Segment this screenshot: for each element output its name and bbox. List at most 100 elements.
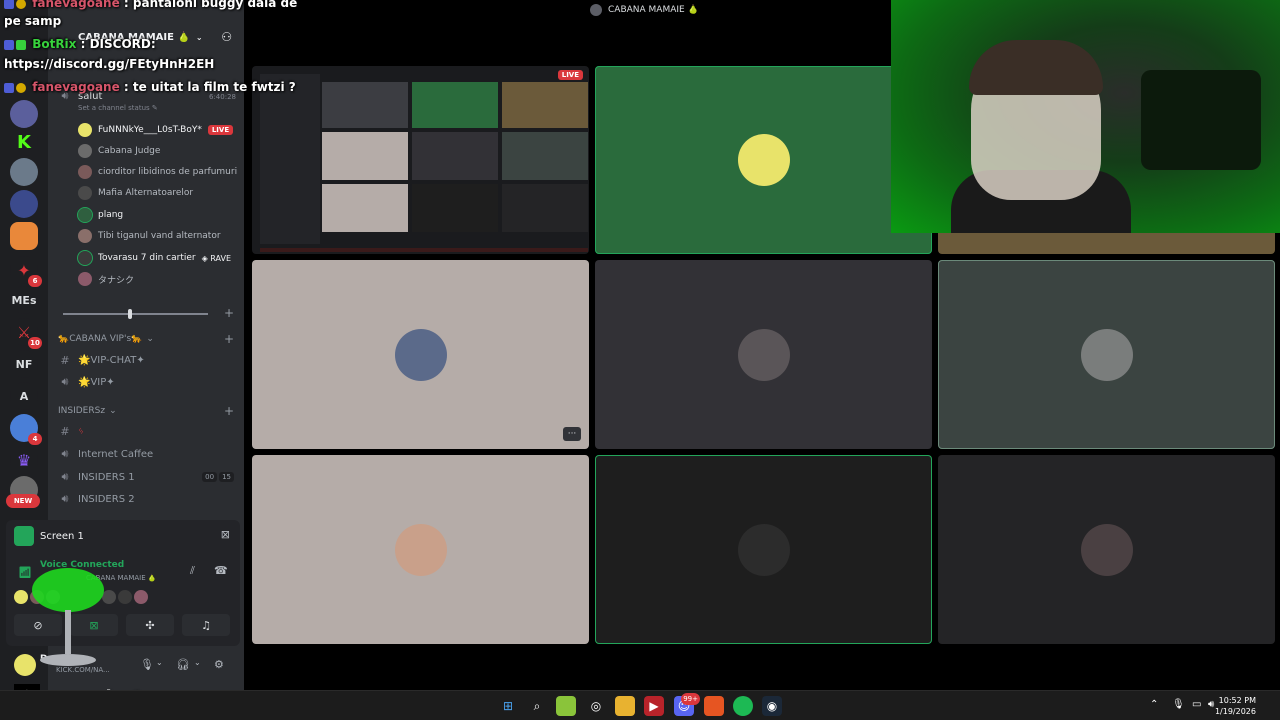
server-icon-character[interactable] xyxy=(10,222,38,250)
participant-tile[interactable] xyxy=(938,260,1275,449)
participant-avatar xyxy=(394,523,447,576)
chat-username: fanevagoane xyxy=(32,0,120,10)
microphone-icon[interactable]: 🎙︎ xyxy=(140,658,154,671)
clock-time: 10:52 PM xyxy=(1218,696,1256,705)
chat-message: fanevagoane : te uitat la film te fwtzi … xyxy=(4,80,296,94)
activities-button[interactable]: ✣ xyxy=(126,614,174,636)
display-icon[interactable]: ▭ xyxy=(1192,699,1201,710)
volume-slider-handle[interactable] xyxy=(128,309,132,319)
volume-icon[interactable]: 🔊︎ xyxy=(1208,699,1214,710)
add-channel-icon[interactable]: + xyxy=(224,332,234,346)
add-channel-icon[interactable]: + xyxy=(224,306,234,320)
participant-avatar xyxy=(394,328,447,381)
add-channel-icon[interactable]: + xyxy=(224,404,234,418)
voice-channel-insiders-1[interactable]: 🔊︎ INSIDERS 1 00 15 xyxy=(58,467,234,487)
server-icon-a[interactable]: A xyxy=(10,382,38,410)
discord-app-icon[interactable]: ☺ 99+ xyxy=(674,693,700,716)
chevron-down-icon[interactable]: ⌄ xyxy=(156,658,163,667)
voice-user[interactable]: Tovarasu 7 din cartier ◈ RAVE xyxy=(77,248,232,268)
avatar xyxy=(134,590,148,604)
pencil-icon: ✎ xyxy=(151,104,158,112)
voice-user-name: Tovarasu 7 din cartier xyxy=(98,253,196,263)
avatar xyxy=(78,144,92,158)
stream-preview-tile xyxy=(322,184,408,232)
volume-slider-track[interactable] xyxy=(63,313,208,315)
channel-name: 🌟VIP✦ xyxy=(78,376,115,388)
stream-tile[interactable]: LIVE xyxy=(252,66,589,254)
more-options-button[interactable]: ··· xyxy=(563,427,581,441)
category-vip[interactable]: 🐆CABANA VIP's🐆 ⌄ xyxy=(58,334,154,344)
participant-tile[interactable] xyxy=(595,66,932,254)
participant-tile[interactable] xyxy=(595,455,932,644)
text-channel-vip-chat[interactable]: # 🌟VIP-CHAT✦ xyxy=(58,350,234,370)
chevron-down-icon: ⌄ xyxy=(146,334,154,344)
chrome-app-icon[interactable]: ◎ xyxy=(586,696,606,716)
server-icon-drop[interactable] xyxy=(10,190,38,218)
avatar xyxy=(78,186,92,200)
voice-user[interactable]: Mafia Alternatoarelor xyxy=(78,183,193,203)
voice-user[interactable]: タナシク xyxy=(78,269,134,289)
server-icon-blue[interactable]: 4 xyxy=(10,414,42,445)
notification-badge: 99+ xyxy=(681,693,700,705)
voice-user[interactable]: Tibi tiganul vand alternator xyxy=(78,226,221,246)
server-icon-avatar[interactable] xyxy=(10,100,38,128)
noise-suppression-icon[interactable]: ⫽ xyxy=(190,564,195,578)
voice-user[interactable]: plang xyxy=(77,205,123,225)
new-badge: NEW xyxy=(6,494,40,508)
stop-stream-icon[interactable]: ⊠ xyxy=(221,528,230,541)
voice-user[interactable]: Cabana Judge xyxy=(78,141,160,161)
system-clock[interactable]: 10:52 PM 1/19/2026 xyxy=(1215,695,1256,717)
category-insiders[interactable]: INSIDERSz ⌄ xyxy=(58,406,117,416)
category-name: INSIDERSz xyxy=(58,406,106,416)
participant-tile[interactable] xyxy=(252,455,589,644)
voice-user-name: タナシク xyxy=(98,275,135,286)
user-count-limit: 15 xyxy=(219,472,234,482)
kick-server-icon[interactable]: K xyxy=(10,128,38,156)
avatar xyxy=(77,250,93,266)
clock-date: 1/19/2026 xyxy=(1214,707,1256,716)
hashtag-icon: # xyxy=(60,353,70,367)
server-icon-gun[interactable]: ⚔ 10 xyxy=(10,318,42,349)
notepad-app-icon[interactable] xyxy=(556,696,576,716)
voice-user-name: Cabana Judge xyxy=(98,146,161,156)
voice-user-name: ciorditor libidinos de parfumuri xyxy=(98,167,238,177)
start-menu-icon[interactable]: ⊞ xyxy=(498,696,518,716)
headphones-icon[interactable]: 🎧︎ xyxy=(176,658,190,671)
voice-user[interactable]: ciorditor libidinos de parfumuri xyxy=(78,162,237,182)
stream-preview-tile xyxy=(412,184,498,232)
disconnect-icon[interactable]: ☎ xyxy=(214,564,228,577)
voice-channel-vip[interactable]: 🔊︎ 🌟VIP✦ xyxy=(58,372,234,392)
stream-preview-taskbar xyxy=(260,248,588,252)
file-explorer-icon[interactable] xyxy=(615,696,635,716)
channel-status-prompt[interactable]: Set a channel status ✎ xyxy=(78,104,158,112)
tray-mic-icon[interactable]: 🎙︎ xyxy=(1172,699,1185,710)
brave-browser-icon[interactable] xyxy=(704,696,724,716)
server-icon-mes[interactable]: MEs xyxy=(10,286,38,314)
rave-tag-label: RAVE xyxy=(210,253,232,263)
participant-tile[interactable] xyxy=(595,260,932,449)
text-channel-insiders[interactable]: # ᛃ xyxy=(58,421,234,441)
participant-tile[interactable] xyxy=(938,455,1275,644)
chevron-down-icon[interactable]: ⌄ xyxy=(194,658,201,667)
media-player-icon[interactable]: ▶ xyxy=(644,696,664,716)
settings-gear-icon[interactable]: ⚙ xyxy=(214,658,224,671)
voice-user[interactable]: FuNNNkYe___L0sT-BoY* LIVE xyxy=(78,120,234,140)
voice-channel-internet-caffee[interactable]: 🔊︎ Internet Caffee xyxy=(58,444,234,464)
spotify-app-icon[interactable] xyxy=(733,696,753,716)
channel-name: INSIDERS 1 xyxy=(78,471,135,483)
streamer-webcam xyxy=(891,0,1280,233)
stream-preview-tile xyxy=(502,82,588,128)
chat-message: fanevagoane : pantaloni buggy dala de xyxy=(4,0,297,10)
server-icon-star[interactable]: ✦ 6 xyxy=(10,256,42,287)
live-badge: LIVE xyxy=(207,125,234,135)
soundboard-button[interactable]: ♫ xyxy=(182,614,230,636)
server-icon-purple-logo[interactable]: ♛ xyxy=(10,446,38,474)
martini-glass-overlay-icon xyxy=(32,568,104,666)
search-icon[interactable]: ⌕ xyxy=(527,696,547,716)
voice-channel-insiders-2[interactable]: 🔊︎ INSIDERS 2 xyxy=(58,489,234,509)
server-icon-nf[interactable]: NF xyxy=(10,350,38,378)
participant-tile[interactable]: ··· xyxy=(252,260,589,449)
server-icon-soldier[interactable] xyxy=(10,158,38,186)
steam-app-icon[interactable]: ◉ xyxy=(762,696,782,716)
tray-chevron-icon[interactable]: ⌃ xyxy=(1150,699,1158,710)
